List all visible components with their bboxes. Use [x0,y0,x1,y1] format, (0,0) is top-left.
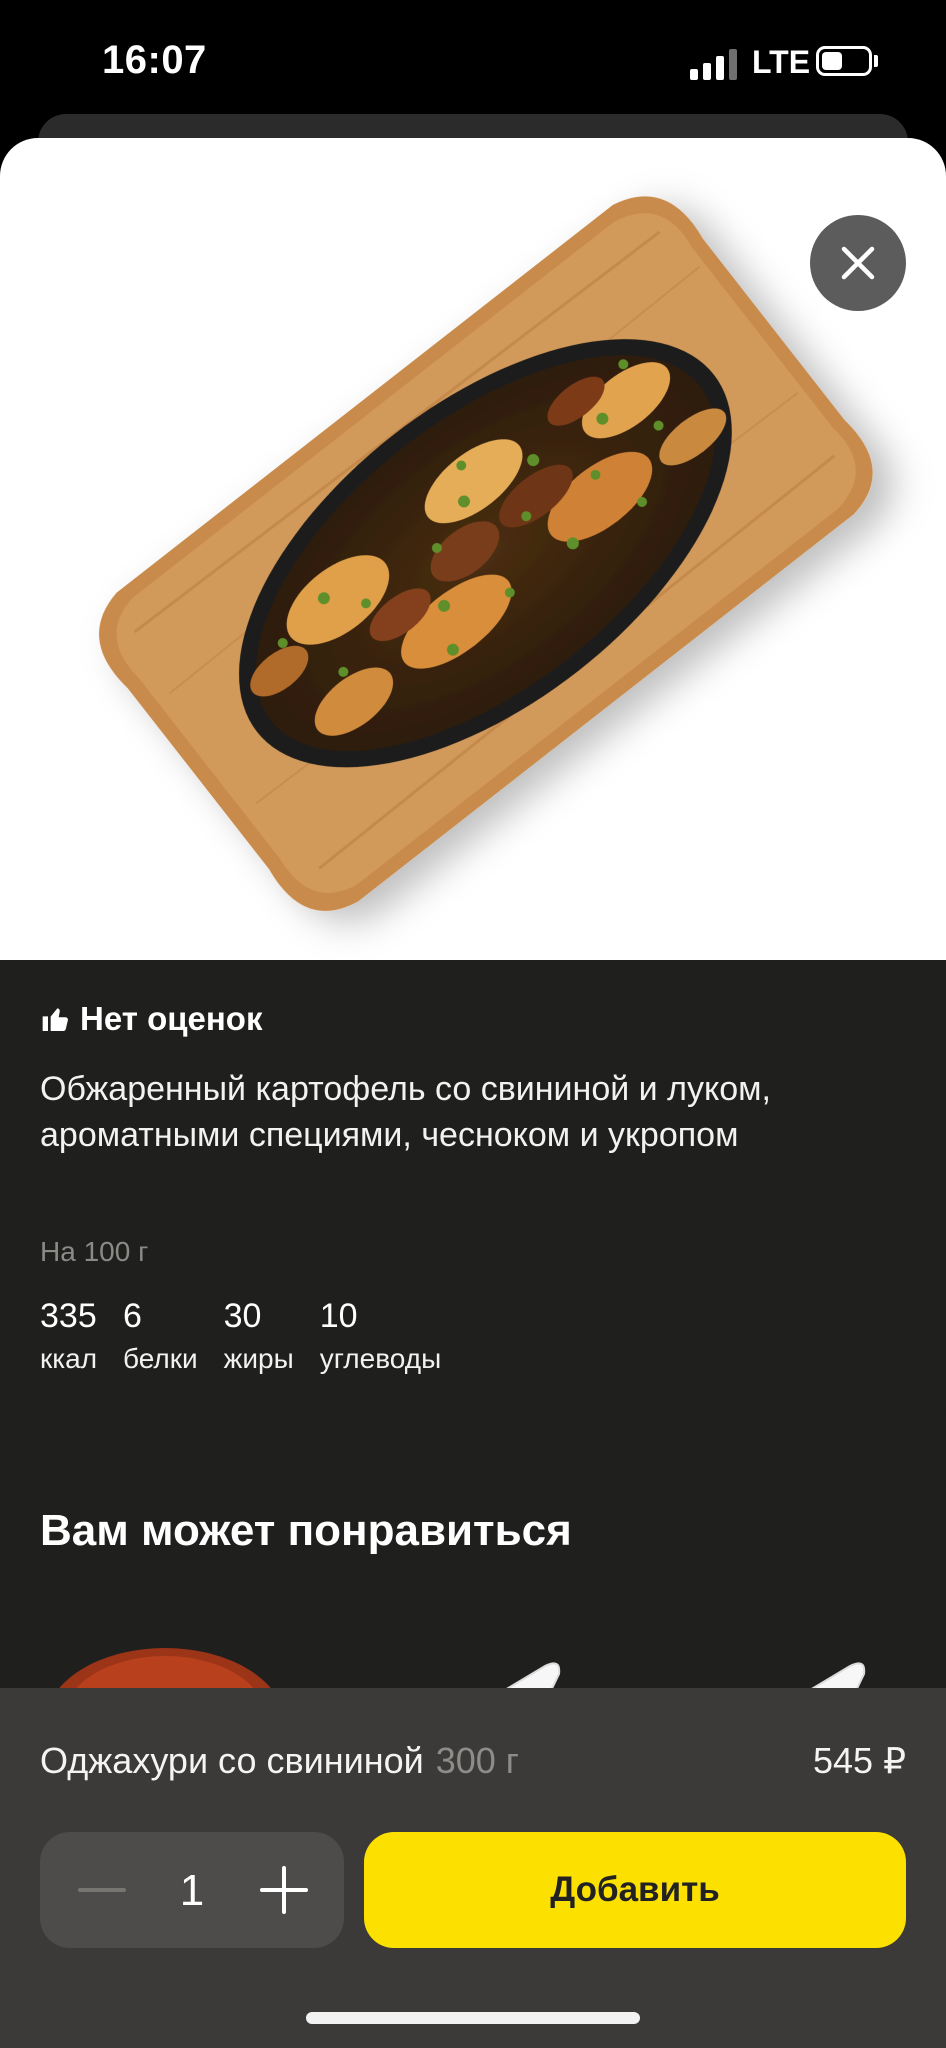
thumbs-up-icon [42,1008,68,1031]
nutrient-label: белки [123,1343,198,1374]
product-summary: Оджахури со свининой 300 г 545 ₽ [40,1740,906,1782]
home-indicator[interactable] [306,2012,640,2024]
nutrition-facts: 335 ккал 6 белки 30 жиры 10 углеводы [40,1296,467,1378]
nutrient-label: жиры [223,1343,294,1374]
add-to-cart-bar: Оджахури со свининой 300 г 545 ₽ 1 Добави… [0,1688,946,2048]
nutrient-value: 10 [319,1297,358,1335]
close-button[interactable] [810,215,906,311]
nutrient-value: 30 [223,1297,262,1335]
product-name: Оджахури со свининой [40,1740,424,1781]
product-info: Нет оценок Обжаренный картофель со свини… [0,960,946,1438]
quantity-stepper: 1 [40,1832,344,1948]
battery-tip [874,55,878,67]
dish-image [99,196,873,911]
minus-icon [78,1888,126,1892]
nutrient-carbs: 10 углеводы [320,1296,442,1378]
network-type: LTE [752,44,811,80]
close-icon [841,246,875,280]
add-to-cart-button[interactable]: Добавить [364,1832,906,1948]
nutrient-label: углеводы [319,1343,442,1374]
product-price: 545 ₽ [813,1740,906,1781]
signal-icon [690,48,738,80]
nutrient-label: ккал [40,1343,98,1374]
product-weight: 300 г [435,1740,519,1781]
status-time: 16:07 [102,38,207,82]
decrease-quantity-button[interactable] [74,1862,130,1918]
nutrient-protein: 6 белки [123,1296,198,1378]
nutrition-basis: На 100 г [40,1236,149,1267]
nutrient-value: 6 [123,1297,142,1335]
recommendations-title: Вам может понравиться [40,1506,572,1555]
nutrient-calories: 335 ккал [40,1296,97,1378]
quantity-value: 1 [179,1866,205,1915]
battery-icon [816,46,872,76]
plus-icon [260,1866,308,1914]
status-bar: 16:07 LTE [0,0,946,120]
product-description: Обжаренный картофель со свининой и луком… [40,1070,771,1154]
rating: Нет оценок [40,1000,262,1038]
nutrient-fat: 30 жиры [224,1296,294,1378]
increase-quantity-button[interactable] [256,1862,312,1918]
nutrient-value: 335 [40,1297,97,1335]
product-photo [0,138,946,960]
rating-text: Нет оценок [80,1000,263,1037]
